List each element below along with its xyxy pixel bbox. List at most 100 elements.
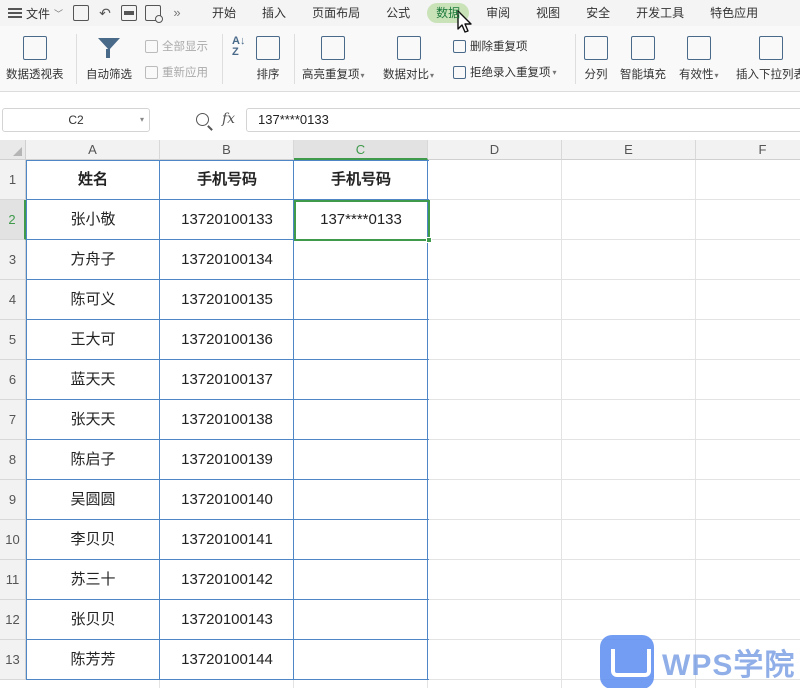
- tab-1[interactable]: 插入: [249, 0, 299, 26]
- table-border: [26, 359, 429, 360]
- tab-8[interactable]: 开发工具: [623, 0, 697, 26]
- column-header[interactable]: A: [26, 140, 160, 160]
- row-header[interactable]: 11: [0, 560, 26, 600]
- cell-b5[interactable]: 13720100136: [160, 320, 294, 360]
- cell-a5[interactable]: 王大可: [26, 320, 160, 360]
- cell-a9[interactable]: 吴圆圆: [26, 480, 160, 520]
- tab-6[interactable]: 视图: [523, 0, 573, 26]
- cell-b10[interactable]: 13720100141: [160, 520, 294, 560]
- sort-button[interactable]: 排序: [256, 26, 280, 82]
- cell-b11[interactable]: 13720100142: [160, 560, 294, 600]
- row-header[interactable]: 6: [0, 360, 26, 400]
- tab-7[interactable]: 安全: [573, 0, 623, 26]
- cell-c6[interactable]: [294, 360, 428, 400]
- fx-icon[interactable]: fx: [222, 111, 235, 127]
- print-icon[interactable]: [121, 5, 138, 21]
- pivot-table-button[interactable]: 数据透视表: [6, 26, 64, 82]
- cell-c12[interactable]: [294, 600, 428, 640]
- column-header[interactable]: F: [696, 140, 800, 160]
- tab-2[interactable]: 页面布局: [299, 0, 373, 26]
- cell-b2[interactable]: 13720100133: [160, 200, 294, 240]
- cell-b7[interactable]: 13720100138: [160, 400, 294, 440]
- tab-label: 插入: [262, 6, 287, 20]
- cell-a13[interactable]: 陈芳芳: [26, 640, 160, 680]
- cell-b6[interactable]: 13720100137: [160, 360, 294, 400]
- split-button[interactable]: 分列: [584, 26, 608, 82]
- cell-a10[interactable]: 李贝贝: [26, 520, 160, 560]
- column-header[interactable]: D: [428, 140, 562, 160]
- cell-c1[interactable]: 手机号码: [294, 160, 428, 200]
- reapply-button[interactable]: 重新应用: [145, 64, 208, 80]
- cell-b1[interactable]: 手机号码: [160, 160, 294, 200]
- cell-a11[interactable]: 苏三十: [26, 560, 160, 600]
- cell-a2[interactable]: 张小敬: [26, 200, 160, 240]
- cell-c4[interactable]: [294, 280, 428, 320]
- row-header[interactable]: 3: [0, 240, 26, 280]
- row-header[interactable]: 4: [0, 280, 26, 320]
- cell-c11[interactable]: [294, 560, 428, 600]
- cell-a8[interactable]: 陈启子: [26, 440, 160, 480]
- row-header[interactable]: 13: [0, 640, 26, 680]
- insert-dropdown-button[interactable]: 插入下拉列表: [736, 26, 800, 82]
- cell-c9[interactable]: [294, 480, 428, 520]
- compare-data-label: 数据对比▾: [383, 69, 435, 81]
- cell-a1[interactable]: 姓名: [26, 160, 160, 200]
- auto-filter-button[interactable]: 自动筛选: [86, 26, 132, 82]
- name-box[interactable]: C2 ▾: [2, 108, 150, 132]
- cell-c3[interactable]: [294, 240, 428, 280]
- cell-c10[interactable]: [294, 520, 428, 560]
- row-header[interactable]: 5: [0, 320, 26, 360]
- spreadsheet-grid[interactable]: A B C D E F 1 姓名 手机号码 手机号码 2 张小敬 13720100133 137****0…: [0, 140, 800, 688]
- row-header[interactable]: 9: [0, 480, 26, 520]
- cell-b3[interactable]: 13720100134: [160, 240, 294, 280]
- select-all-corner[interactable]: [0, 140, 26, 160]
- row-header[interactable]: 12: [0, 600, 26, 640]
- cell-b12[interactable]: 13720100143: [160, 600, 294, 640]
- cell-a6[interactable]: 蓝天天: [26, 360, 160, 400]
- highlight-duplicates-button[interactable]: 高亮重复项▾: [302, 26, 365, 82]
- tab-0[interactable]: 开始: [199, 0, 249, 26]
- cell-b4[interactable]: 13720100135: [160, 280, 294, 320]
- cell-b13[interactable]: 13720100144: [160, 640, 294, 680]
- cell-a12[interactable]: 张贝贝: [26, 600, 160, 640]
- save-icon[interactable]: [73, 5, 90, 21]
- column-header[interactable]: E: [562, 140, 696, 160]
- file-menu[interactable]: 文件 ﹀: [0, 0, 63, 26]
- show-all-button[interactable]: 全部显示: [145, 38, 208, 54]
- remove-duplicates-button[interactable]: 删除重复项: [453, 38, 528, 54]
- row-header[interactable]: 8: [0, 440, 26, 480]
- validity-button[interactable]: 有效性▾: [679, 26, 719, 82]
- cell-c8[interactable]: [294, 440, 428, 480]
- cell-c5[interactable]: [294, 320, 428, 360]
- row-header[interactable]: 1: [0, 160, 26, 200]
- undo-icon[interactable]: ↶: [97, 5, 113, 21]
- zoom-icon[interactable]: [196, 113, 209, 126]
- cell-a4[interactable]: 陈可义: [26, 280, 160, 320]
- reject-duplicates-button[interactable]: 拒绝录入重复项 ▾: [453, 64, 557, 80]
- tab-3[interactable]: 公式: [373, 0, 423, 26]
- cell-c13[interactable]: [294, 640, 428, 680]
- column-header[interactable]: B: [160, 140, 294, 160]
- fill-handle[interactable]: [426, 237, 432, 243]
- smart-fill-button[interactable]: 智能填充: [620, 26, 666, 82]
- sort-ascending-button[interactable]: A↓ Z: [230, 26, 250, 60]
- row-header[interactable]: 10: [0, 520, 26, 560]
- watermark-text: WPS学院: [662, 649, 796, 682]
- cell-b8[interactable]: 13720100139: [160, 440, 294, 480]
- compare-data-button[interactable]: 数据对比▾: [383, 26, 434, 82]
- cell-a3[interactable]: 方舟子: [26, 240, 160, 280]
- cell-a7[interactable]: 张天天: [26, 400, 160, 440]
- cell-c7[interactable]: [294, 400, 428, 440]
- more-icon[interactable]: »: [169, 5, 185, 21]
- row-header[interactable]: 2: [0, 200, 26, 240]
- cell-b9[interactable]: 13720100140: [160, 480, 294, 520]
- print-preview-icon[interactable]: [145, 5, 164, 23]
- tab-5[interactable]: 审阅: [473, 0, 523, 26]
- row-header[interactable]: 7: [0, 400, 26, 440]
- tab-9[interactable]: 特色应用: [697, 0, 771, 26]
- formula-input[interactable]: 137****0133: [246, 108, 800, 132]
- table-border: [26, 160, 429, 161]
- column-header[interactable]: C: [294, 140, 428, 160]
- table-border: [26, 599, 429, 600]
- ribbon-divider: [294, 34, 295, 84]
